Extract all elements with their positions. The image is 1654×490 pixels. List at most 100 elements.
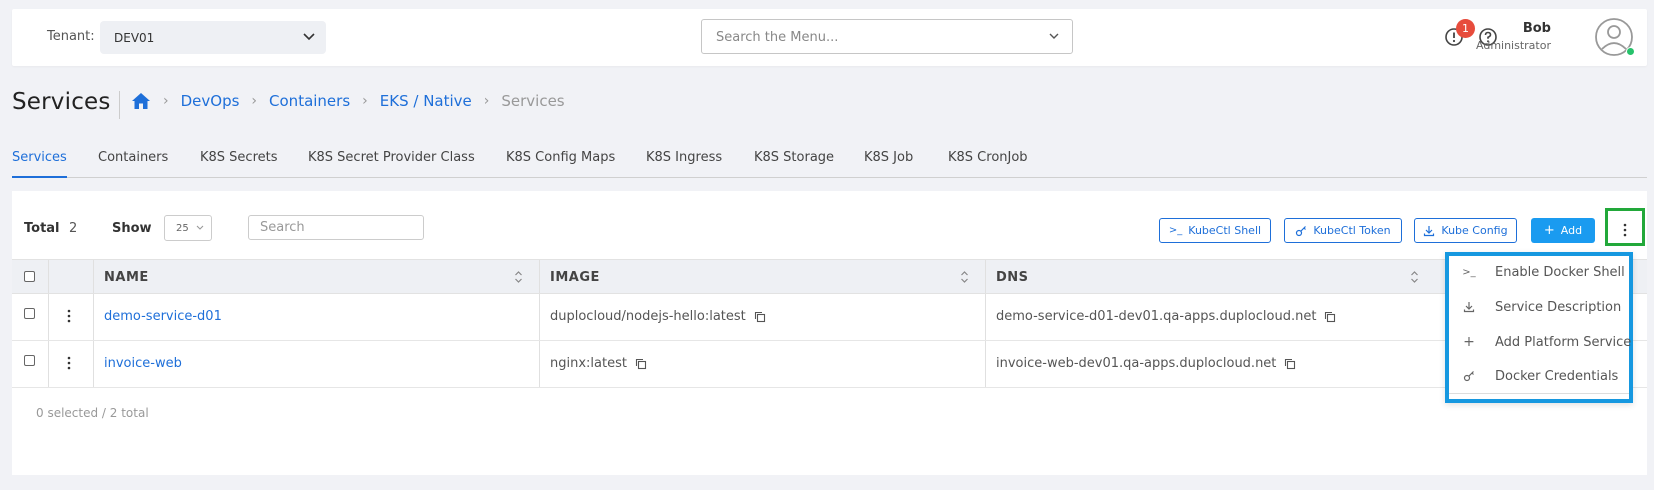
- column-divider: [48, 294, 49, 340]
- tab-k8s-secrets[interactable]: K8S Secrets: [200, 150, 278, 165]
- menu-divider: [1449, 393, 1629, 394]
- breadcrumb-containers[interactable]: Containers: [269, 92, 350, 110]
- dns-cell: invoice-web-dev01.qa-apps.duplocloud.net: [996, 356, 1296, 371]
- row-actions-icon[interactable]: [67, 309, 71, 323]
- table-search-input[interactable]: Search: [248, 215, 424, 240]
- tab-containers[interactable]: Containers: [98, 150, 168, 165]
- online-status-indicator: [1626, 47, 1635, 56]
- column-divider: [48, 260, 49, 293]
- breadcrumb-separator: ›: [483, 93, 490, 109]
- kubectl-shell-button[interactable]: >_ KubeCtl Shell: [1159, 218, 1271, 243]
- page-title: Services: [12, 89, 111, 115]
- breadcrumb-separator: ›: [251, 93, 258, 109]
- select-all-checkbox[interactable]: [24, 271, 35, 282]
- download-icon: [1424, 225, 1435, 236]
- tab-k8s-config-maps[interactable]: K8S Config Maps: [506, 150, 615, 165]
- column-divider: [93, 341, 94, 387]
- dns-value: demo-service-d01-dev01.qa-apps.duploclou…: [996, 309, 1317, 324]
- selection-summary: 0 selected / 2 total: [36, 406, 149, 420]
- plus-icon: +: [1463, 334, 1475, 350]
- column-divider: [93, 260, 94, 293]
- dns-value: invoice-web-dev01.qa-apps.duplocloud.net: [996, 356, 1277, 371]
- row-actions-icon[interactable]: [67, 356, 71, 370]
- kube-config-button[interactable]: Kube Config: [1414, 218, 1517, 243]
- key-icon: [1296, 225, 1307, 236]
- column-divider: [48, 341, 49, 387]
- top-bar: Tenant: DEV01 Search the Menu... 1 Bob A…: [12, 9, 1647, 66]
- total-count: 2: [69, 221, 78, 236]
- column-divider: [93, 294, 94, 340]
- title-divider: [119, 91, 120, 119]
- row-checkbox[interactable]: [24, 308, 35, 319]
- copy-icon[interactable]: [754, 311, 766, 323]
- page-size-select[interactable]: 25: [164, 215, 212, 241]
- table-row[interactable]: invoice-web nginx:latest invoice-web-dev…: [12, 341, 1647, 388]
- kube-config-label: Kube Config: [1441, 224, 1508, 237]
- table-header: NAME IMAGE DNS: [12, 259, 1647, 294]
- tenant-value: DEV01: [114, 31, 155, 45]
- column-divider: [539, 294, 540, 340]
- tab-k8s-cronjob[interactable]: K8S CronJob: [948, 150, 1028, 165]
- column-divider: [539, 341, 540, 387]
- image-value: duplocloud/nodejs-hello:latest: [550, 309, 746, 324]
- user-name: Bob: [1522, 21, 1551, 36]
- table-row[interactable]: demo-service-d01 duplocloud/nodejs-hello…: [12, 294, 1647, 341]
- key-icon: [1461, 370, 1477, 382]
- breadcrumb-services: Services: [501, 92, 565, 110]
- show-label: Show: [112, 221, 152, 236]
- breadcrumb-separator: ›: [362, 93, 368, 109]
- page-size-value: 25: [176, 223, 189, 234]
- tab-k8s-secret-provider-class[interactable]: K8S Secret Provider Class: [308, 150, 475, 165]
- menu-search-input[interactable]: Search the Menu...: [701, 19, 1073, 54]
- tab-k8s-job[interactable]: K8S Job: [864, 150, 913, 165]
- menu-item-label: Add Platform Service: [1495, 334, 1632, 350]
- kubectl-shell-label: KubeCtl Shell: [1188, 224, 1262, 237]
- sort-icon[interactable]: [1410, 270, 1419, 284]
- column-divider: [985, 341, 986, 387]
- column-header-name[interactable]: NAME: [104, 270, 149, 285]
- copy-icon[interactable]: [1284, 358, 1296, 370]
- column-divider: [985, 260, 986, 293]
- breadcrumb-separator: ›: [163, 93, 169, 109]
- tab-k8s-ingress[interactable]: K8S Ingress: [646, 150, 722, 165]
- row-checkbox[interactable]: [24, 355, 35, 366]
- column-divider: [985, 294, 986, 340]
- image-cell: nginx:latest: [550, 356, 647, 371]
- menu-item-service-description[interactable]: Service Description: [1461, 297, 1621, 317]
- tab-bar: Services Containers K8S Secrets K8S Secr…: [12, 148, 1647, 178]
- menu-item-enable-docker-shell[interactable]: >_ Enable Docker Shell: [1461, 262, 1625, 282]
- dns-cell: demo-service-d01-dev01.qa-apps.duploclou…: [996, 309, 1336, 324]
- tab-services[interactable]: Services: [12, 150, 67, 165]
- tenant-select[interactable]: DEV01: [100, 21, 326, 54]
- home-icon[interactable]: [131, 92, 151, 110]
- add-button[interactable]: + Add: [1531, 218, 1595, 243]
- tab-k8s-storage[interactable]: K8S Storage: [754, 150, 834, 165]
- copy-icon[interactable]: [1324, 311, 1336, 323]
- add-label: Add: [1560, 224, 1583, 237]
- user-role: Administrator: [1476, 39, 1551, 52]
- kubectl-token-label: KubeCtl Token: [1313, 224, 1391, 237]
- menu-item-label: Docker Credentials: [1495, 368, 1619, 384]
- copy-icon[interactable]: [635, 358, 647, 370]
- chevron-down-icon: [1049, 33, 1059, 39]
- breadcrumb-eks-native[interactable]: EKS / Native: [380, 92, 472, 110]
- terminal-icon: >_: [1462, 266, 1476, 278]
- more-actions-menu: >_ Enable Docker Shell Service Descripti…: [1445, 252, 1633, 403]
- notifications-button[interactable]: 1: [1444, 19, 1475, 49]
- sort-icon[interactable]: [960, 270, 969, 284]
- sort-icon[interactable]: [514, 270, 523, 284]
- breadcrumb-devops[interactable]: DevOps: [181, 92, 240, 110]
- column-divider: [539, 260, 540, 293]
- notification-badge: 1: [1456, 19, 1475, 38]
- service-name-link[interactable]: demo-service-d01: [104, 309, 222, 324]
- service-name-link[interactable]: invoice-web: [104, 356, 182, 371]
- menu-item-add-platform-service[interactable]: + Add Platform Service: [1461, 332, 1631, 352]
- terminal-icon: >_: [1168, 225, 1183, 236]
- menu-item-label: Enable Docker Shell: [1495, 264, 1625, 280]
- chevron-down-icon: [303, 33, 315, 41]
- menu-item-docker-credentials[interactable]: Docker Credentials: [1461, 366, 1618, 386]
- column-header-dns[interactable]: DNS: [996, 270, 1029, 285]
- kubectl-token-button[interactable]: KubeCtl Token: [1284, 218, 1402, 243]
- column-header-image[interactable]: IMAGE: [550, 270, 600, 285]
- total-label: Total: [24, 221, 60, 236]
